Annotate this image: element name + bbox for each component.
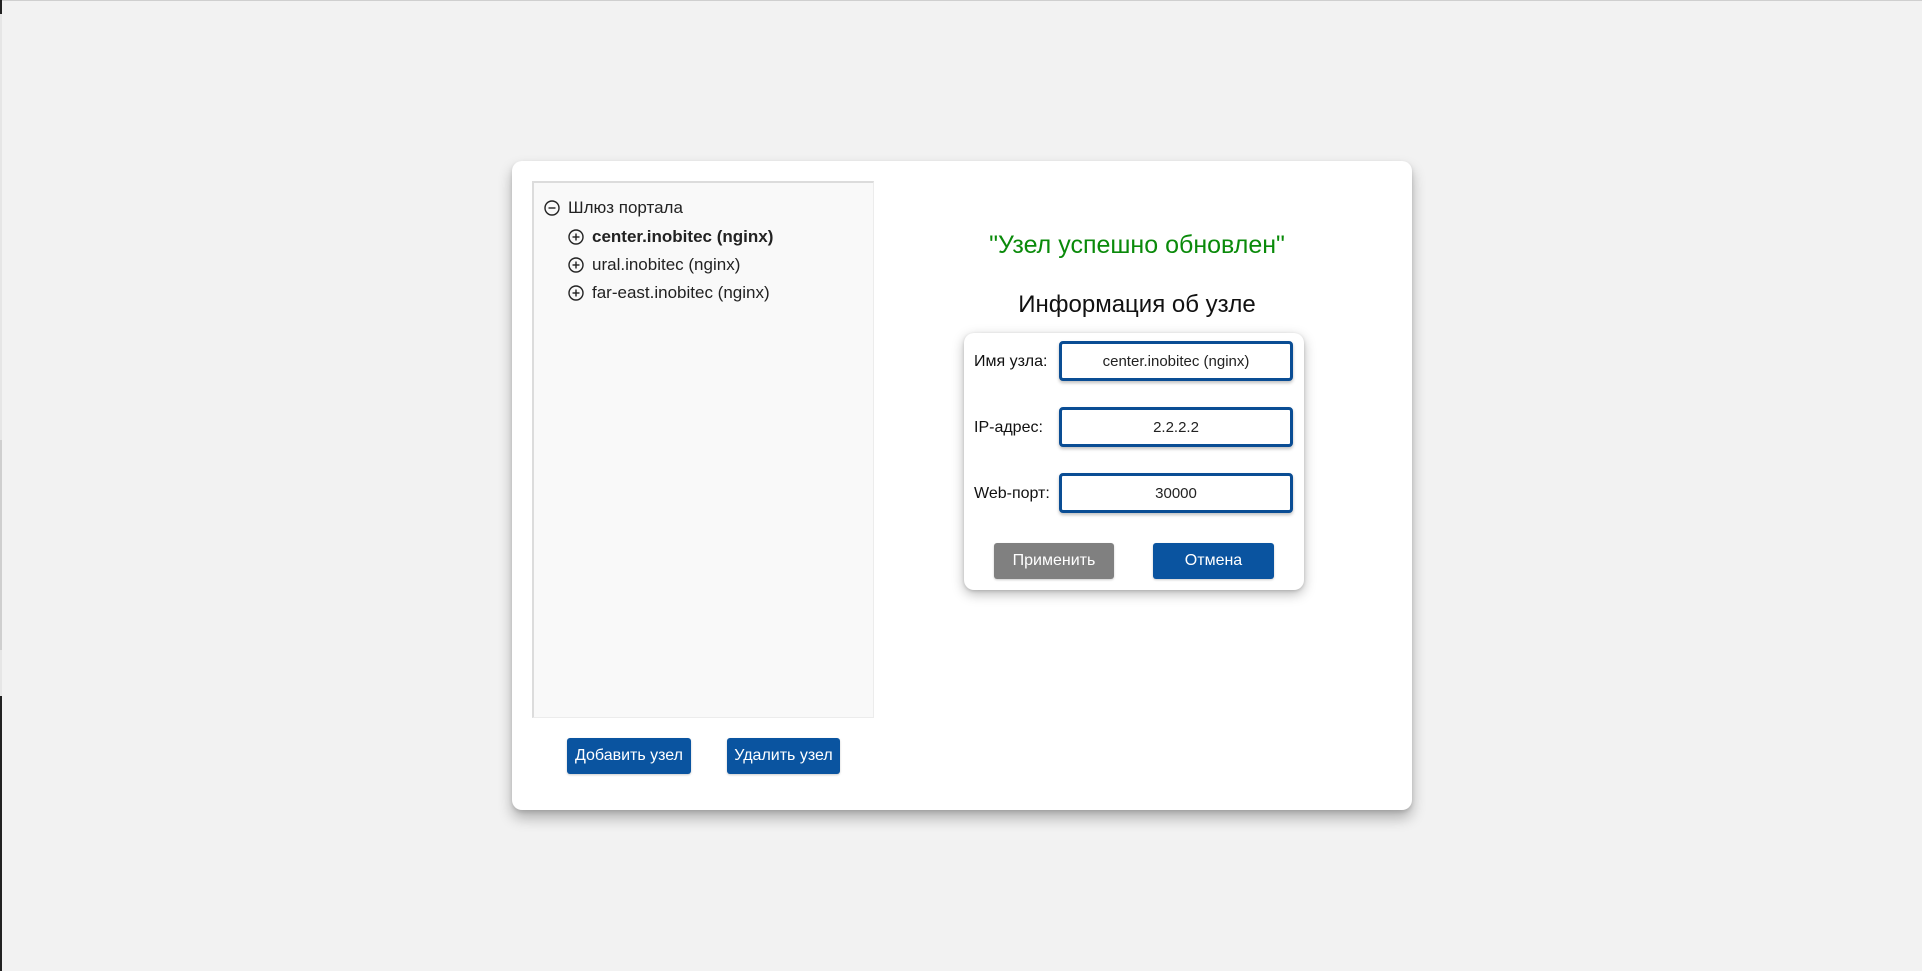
tree-node-far-east[interactable]: far-east.inobitec (nginx)	[568, 280, 770, 306]
expand-circle-plus-icon[interactable]	[568, 229, 584, 245]
ip-address-input[interactable]	[1059, 407, 1293, 447]
expand-circle-plus-icon[interactable]	[568, 257, 584, 273]
tree-root-portal-gateway[interactable]: Шлюз портала	[544, 195, 683, 221]
window-edge-mark	[0, 0, 2, 14]
status-message: "Узел успешно обновлен"	[989, 231, 1285, 259]
node-name-input[interactable]	[1059, 341, 1293, 381]
node-info-title: Информация об узле	[1018, 291, 1256, 318]
tree-node-label: far-east.inobitec (nginx)	[592, 283, 770, 302]
node-tree-panel: Шлюз портала center.inobitec (nginx) ura…	[532, 181, 874, 718]
tree-node-label: center.inobitec (nginx)	[592, 227, 774, 246]
tree-node-ural[interactable]: ural.inobitec (nginx)	[568, 252, 740, 278]
tree-root-label: Шлюз портала	[568, 198, 683, 217]
page-top-border	[0, 0, 1922, 1]
web-port-label: Web-порт:	[974, 485, 1050, 502]
gateway-settings-card: Шлюз портала center.inobitec (nginx) ura…	[512, 161, 1412, 810]
cancel-button[interactable]: Отмена	[1153, 543, 1274, 579]
node-name-label: Имя узла:	[974, 353, 1048, 370]
add-node-button[interactable]: Добавить узел	[567, 738, 691, 774]
tree-node-center[interactable]: center.inobitec (nginx)	[568, 224, 773, 250]
apply-button[interactable]: Применить	[994, 543, 1114, 579]
collapse-circle-minus-icon[interactable]	[544, 200, 560, 216]
tree-node-label: ural.inobitec (nginx)	[592, 255, 741, 274]
web-port-input[interactable]	[1059, 473, 1293, 513]
window-edge-mark	[0, 696, 2, 971]
window-edge-mark	[0, 440, 2, 650]
ip-address-label: IP-адрес:	[974, 419, 1043, 436]
expand-circle-plus-icon[interactable]	[568, 285, 584, 301]
node-info-form: Имя узла: IP-адрес: Web-порт: Применить …	[964, 333, 1304, 590]
delete-node-button[interactable]: Удалить узел	[727, 738, 840, 774]
